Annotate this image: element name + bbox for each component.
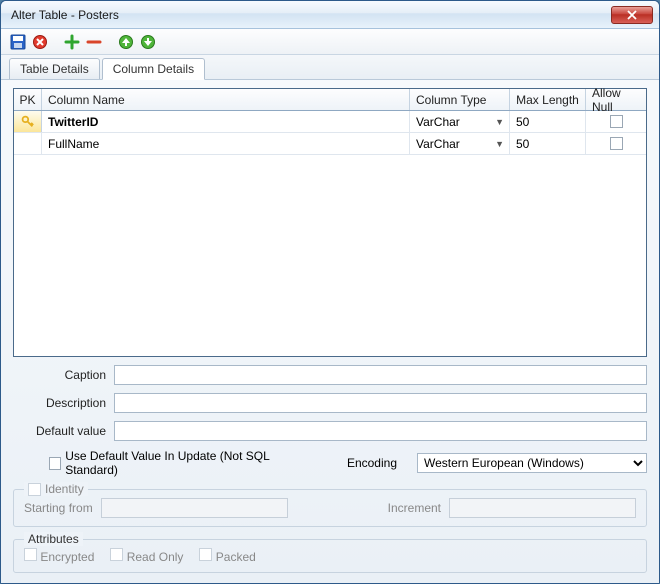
type-cell[interactable]: VarChar ▼ (410, 111, 510, 132)
encoding-label: Encoding (347, 456, 397, 470)
save-icon (10, 34, 26, 50)
plus-icon (64, 34, 80, 50)
readonly-checkbox[interactable]: Read Only (110, 548, 183, 564)
key-icon (21, 115, 35, 129)
attributes-legend: Attributes (24, 532, 83, 546)
maxlength-cell[interactable]: 50 (510, 111, 586, 132)
default-row: Default value (13, 421, 647, 441)
checkbox-icon (110, 548, 123, 561)
encoding-select[interactable]: Western European (Windows) (417, 453, 647, 473)
header-column-type[interactable]: Column Type (410, 89, 510, 110)
packed-checkbox[interactable]: Packed (199, 548, 255, 564)
titlebar: Alter Table - Posters (1, 1, 659, 29)
content-area: PK Column Name Column Type Max Length Al… (1, 80, 659, 583)
type-value: VarChar (416, 115, 460, 129)
minus-icon (86, 34, 102, 50)
cancel-icon (32, 34, 48, 50)
description-input[interactable] (114, 393, 647, 413)
type-cell[interactable]: VarChar ▼ (410, 133, 510, 154)
caption-row: Caption (13, 365, 647, 385)
caption-label: Caption (13, 368, 108, 382)
header-max-length[interactable]: Max Length (510, 89, 586, 110)
header-allow-null[interactable]: Allow Null (586, 89, 646, 110)
description-label: Description (13, 396, 108, 410)
attributes-fieldset: Attributes Encrypted Read Only Packed (13, 539, 647, 573)
move-down-button[interactable] (139, 33, 157, 51)
toolbar (1, 29, 659, 55)
grid-body: TwitterID VarChar ▼ 50 FullName VarChar … (14, 111, 646, 356)
window-title: Alter Table - Posters (11, 8, 611, 22)
allownull-cell[interactable] (586, 111, 646, 132)
starting-from-label: Starting from (24, 501, 93, 515)
description-row: Description (13, 393, 647, 413)
allownull-cell[interactable] (586, 133, 646, 154)
checkbox-icon (49, 457, 61, 470)
identity-legend[interactable]: Identity (24, 482, 88, 496)
move-up-button[interactable] (117, 33, 135, 51)
chevron-down-icon: ▼ (492, 117, 507, 127)
maxlength-cell[interactable]: 50 (510, 133, 586, 154)
checkbox-icon (610, 115, 623, 128)
name-cell[interactable]: TwitterID (42, 111, 410, 132)
default-input[interactable] (114, 421, 647, 441)
checkbox-icon (199, 548, 212, 561)
table-row[interactable]: TwitterID VarChar ▼ 50 (14, 111, 646, 133)
close-button[interactable] (611, 6, 653, 24)
tab-strip: Table Details Column Details (1, 55, 659, 80)
increment-input (449, 498, 636, 518)
increment-label: Increment (388, 501, 441, 515)
remove-button[interactable] (85, 33, 103, 51)
default-label: Default value (13, 424, 108, 438)
chevron-down-icon: ▼ (492, 139, 507, 149)
table-row[interactable]: FullName VarChar ▼ 50 (14, 133, 646, 155)
pk-cell[interactable] (14, 133, 42, 154)
use-default-row: Use Default Value In Update (Not SQL Sta… (13, 449, 647, 477)
encrypted-checkbox[interactable]: Encrypted (24, 548, 94, 564)
tab-table-details[interactable]: Table Details (9, 58, 100, 79)
checkbox-icon (28, 483, 41, 496)
arrow-down-icon (140, 34, 156, 50)
type-value: VarChar (416, 137, 460, 151)
header-pk[interactable]: PK (14, 89, 42, 110)
checkbox-icon (610, 137, 623, 150)
add-button[interactable] (63, 33, 81, 51)
caption-input[interactable] (114, 365, 647, 385)
grid-header: PK Column Name Column Type Max Length Al… (14, 89, 646, 111)
app-window: Alter Table - Posters Table Details Colu… (0, 0, 660, 584)
starting-from-input (101, 498, 288, 518)
tab-column-details[interactable]: Column Details (102, 58, 205, 80)
header-column-name[interactable]: Column Name (42, 89, 410, 110)
checkbox-icon (24, 548, 37, 561)
use-default-label: Use Default Value In Update (Not SQL Sta… (65, 449, 307, 477)
cancel-button[interactable] (31, 33, 49, 51)
save-button[interactable] (9, 33, 27, 51)
close-icon (627, 10, 637, 20)
use-default-checkbox[interactable]: Use Default Value In Update (Not SQL Sta… (49, 449, 307, 477)
arrow-up-icon (118, 34, 134, 50)
pk-cell[interactable] (14, 111, 42, 132)
identity-fieldset: Identity Starting from Increment (13, 489, 647, 527)
column-grid: PK Column Name Column Type Max Length Al… (13, 88, 647, 357)
name-cell[interactable]: FullName (42, 133, 410, 154)
